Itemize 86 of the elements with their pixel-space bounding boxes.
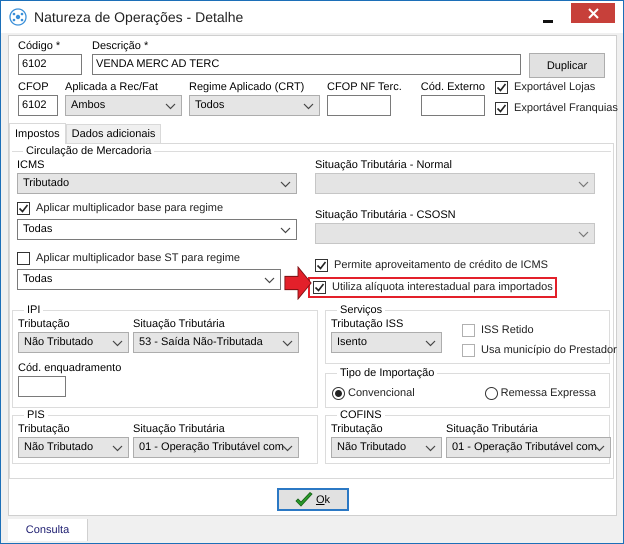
field-label: Tributação xyxy=(331,422,384,437)
chevron-icon xyxy=(280,181,291,188)
close-icon xyxy=(588,8,598,18)
minimize-icon xyxy=(543,20,553,23)
duplicate-button[interactable]: Duplicar xyxy=(529,53,605,78)
input-field[interactable]: 6102 xyxy=(18,54,82,75)
field-label: Situação Tributária xyxy=(446,422,539,437)
group-title: COFINS xyxy=(339,408,383,422)
checkbox-label: Exportável Lojas xyxy=(514,80,596,95)
dropdown[interactable]: Todas xyxy=(17,269,281,290)
dropdown[interactable]: Todos xyxy=(189,95,320,116)
input-field[interactable] xyxy=(18,376,66,397)
checkbox-label: Aplicar multiplicador base para regime xyxy=(36,201,224,216)
tab[interactable]: Dados adicionais xyxy=(66,124,162,143)
radio-label: Convencional xyxy=(348,386,415,401)
group-title: IPI xyxy=(26,303,42,317)
field-label: CFOP xyxy=(18,80,50,95)
field-label: Regime Aplicado (CRT) xyxy=(189,80,306,95)
checkbox-label: Usa município do Prestador xyxy=(481,343,617,358)
field-label: ICMS xyxy=(17,158,46,173)
field-label: Tributação ISS xyxy=(331,317,404,332)
checkbox[interactable] xyxy=(17,252,30,265)
input-field[interactable] xyxy=(327,95,391,116)
field-label: Situação Tributária - Normal xyxy=(315,158,453,173)
chevron-icon xyxy=(578,231,589,238)
group-title: Serviços xyxy=(339,303,384,317)
checkbox-label: Exportável Franquias xyxy=(514,101,618,116)
input-field[interactable] xyxy=(420,95,485,116)
chevron-icon xyxy=(425,445,436,452)
group-title: Circulação de Mercadoria xyxy=(25,144,152,158)
radio-button[interactable] xyxy=(332,387,345,400)
checkbox[interactable] xyxy=(462,324,475,337)
chevron-icon xyxy=(282,340,293,347)
dropdown[interactable]: Ambos xyxy=(65,95,182,116)
field-label: Tributação xyxy=(18,422,71,437)
checkbox[interactable] xyxy=(494,102,508,115)
ok-button[interactable]: Ok xyxy=(276,488,348,511)
checkbox[interactable] xyxy=(315,259,328,272)
field-label: Situação Tributária xyxy=(133,422,226,437)
dropdown[interactable]: 01 - Operação Tributável com xyxy=(133,437,299,458)
dropdown[interactable]: 53 - Saída Não-Tributada xyxy=(133,332,299,353)
field-label: Código * xyxy=(18,39,62,54)
tab[interactable]: Consulta xyxy=(8,519,88,541)
checkbox[interactable] xyxy=(494,81,508,94)
checkbox[interactable] xyxy=(462,344,475,357)
window-title: Natureza de Operações - Detalhe xyxy=(34,9,244,25)
chevron-icon xyxy=(112,445,123,452)
field-label: Descrição * xyxy=(92,39,150,54)
field-label: Cód. enquadramento xyxy=(18,361,122,376)
dropdown[interactable]: Todas xyxy=(17,219,297,240)
dropdown[interactable]: Não Tributado xyxy=(18,437,129,458)
checkbox-label: ISS Retido xyxy=(481,323,534,338)
chevron-icon xyxy=(280,227,291,234)
dropdown[interactable]: 01 - Operação Tributável com xyxy=(446,437,611,458)
chevron-icon xyxy=(112,340,123,347)
close-button[interactable] xyxy=(571,3,615,23)
tab[interactable]: Impostos xyxy=(9,123,66,144)
input-field[interactable]: 6102 xyxy=(18,95,58,116)
checkbox[interactable] xyxy=(17,202,30,215)
checkbox[interactable] xyxy=(313,281,326,294)
field-label: Cód. Externo xyxy=(420,80,485,95)
dropdown[interactable]: Não Tributado xyxy=(18,332,129,353)
radio-button[interactable] xyxy=(484,387,498,400)
chevron-icon xyxy=(165,103,176,110)
field-label: Tributação xyxy=(18,317,71,332)
chevron-icon xyxy=(303,103,314,110)
field-label: Aplicada a Rec/Fat xyxy=(65,80,159,95)
group-title: PIS xyxy=(26,408,46,422)
field-label: Situação Tributária xyxy=(133,317,226,332)
input-field[interactable]: VENDA MERC AD TERC xyxy=(92,54,521,75)
chevron-icon xyxy=(425,340,436,347)
checkmark-icon xyxy=(294,492,313,508)
group-title: Tipo de Importação xyxy=(339,366,436,380)
nodes-icon xyxy=(9,8,27,26)
dropdown[interactable]: Tributado xyxy=(17,173,297,194)
checkbox-label: Aplicar multiplicador base ST para regime xyxy=(36,251,240,266)
field-label: Situação Tributária - CSOSN xyxy=(315,209,456,221)
chevron-icon xyxy=(264,277,275,284)
checkbox-label: Utiliza alíquota interestadual para importados xyxy=(332,280,553,295)
radio-label: Remessa Expressa xyxy=(500,386,596,401)
dropdown[interactable]: Não Tributado xyxy=(331,437,442,458)
field-label: CFOP NF Terc. xyxy=(327,80,402,95)
checkbox-label: Permite aproveitamento de crédito de ICMS xyxy=(334,258,548,273)
chevron-icon xyxy=(578,181,589,188)
chevron-icon xyxy=(282,445,293,452)
dropdown[interactable]: Isento xyxy=(331,332,442,353)
